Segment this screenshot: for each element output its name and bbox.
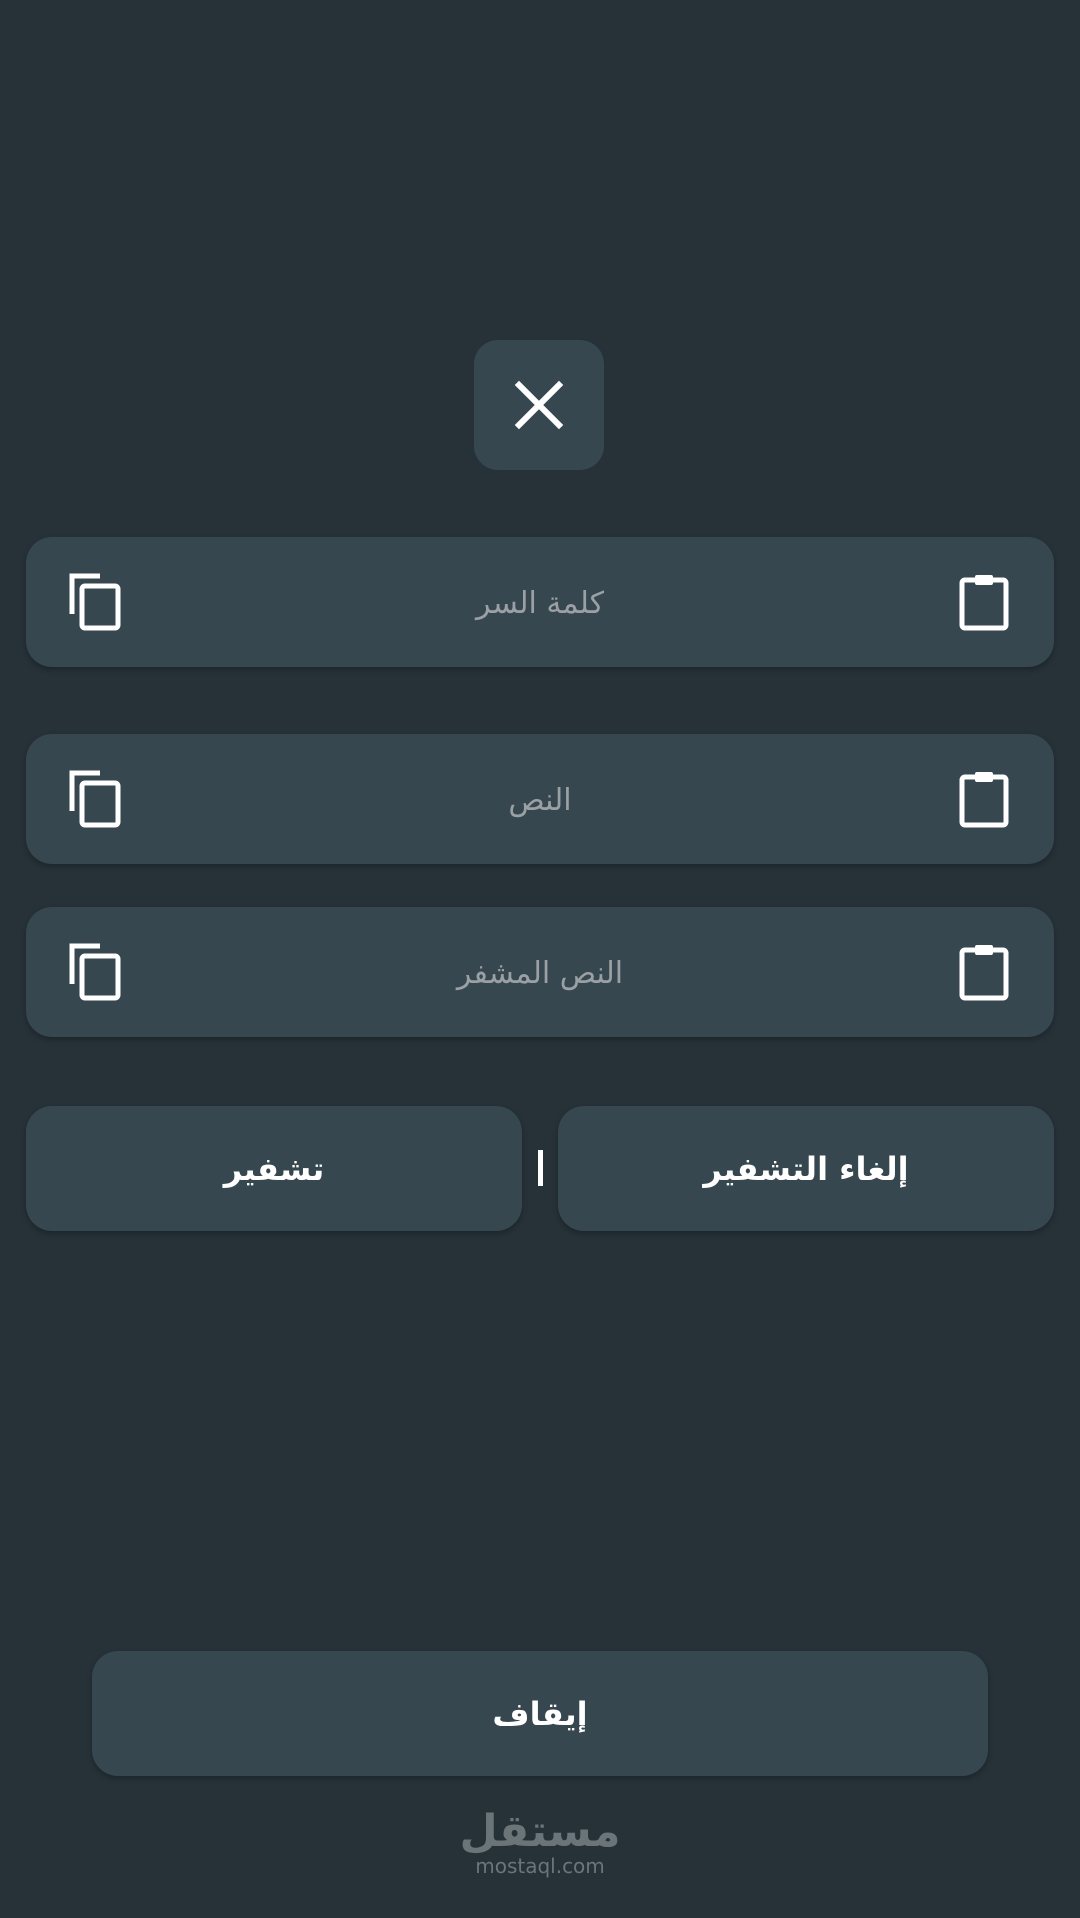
watermark-latin: mostaql.com — [475, 1854, 605, 1878]
text-input[interactable] — [156, 734, 924, 866]
clipboard-icon — [959, 772, 1009, 828]
copy-encrypted-button[interactable] — [64, 940, 128, 1004]
decrypt-button[interactable]: إلغاء التشفير — [558, 1106, 1054, 1231]
close-icon — [514, 380, 564, 430]
paste-text-button[interactable] — [952, 767, 1016, 831]
copy-icon — [69, 770, 121, 828]
clipboard-icon — [959, 575, 1009, 631]
stop-button[interactable]: إيقاف — [92, 1651, 988, 1776]
paste-encrypted-button[interactable] — [952, 940, 1016, 1004]
close-button[interactable] — [474, 340, 604, 470]
button-divider — [538, 1150, 543, 1186]
encrypted-text-input[interactable] — [156, 907, 924, 1039]
copy-password-button[interactable] — [64, 570, 128, 634]
copy-text-button[interactable] — [64, 767, 128, 831]
encrypted-text-field — [26, 907, 1054, 1039]
password-field — [26, 537, 1054, 669]
clipboard-icon — [959, 945, 1009, 1001]
watermark-arabic: مستقل — [459, 1806, 621, 1857]
copy-icon — [69, 573, 121, 631]
encrypt-button[interactable]: تشفير — [26, 1106, 522, 1231]
password-input[interactable] — [156, 537, 924, 669]
watermark: مستقل mostaql.com — [440, 1806, 640, 1879]
text-field — [26, 734, 1054, 866]
paste-password-button[interactable] — [952, 570, 1016, 634]
copy-icon — [69, 943, 121, 1001]
